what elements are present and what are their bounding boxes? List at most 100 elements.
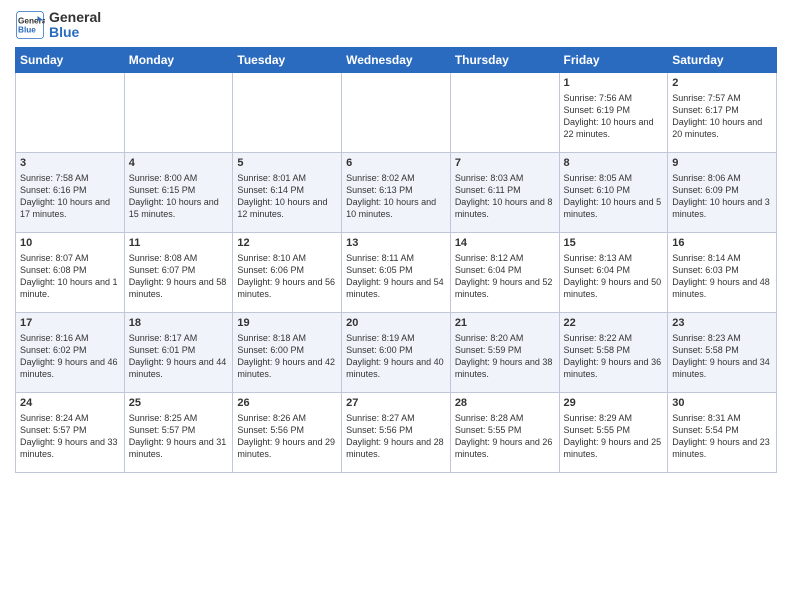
day-info-text: Sunrise: 8:10 AM [237,252,337,264]
calendar-day-cell: 15Sunrise: 8:13 AMSunset: 6:04 PMDayligh… [559,232,668,312]
day-number: 3 [20,156,120,171]
svg-text:Blue: Blue [18,26,36,35]
day-number: 20 [346,316,446,331]
calendar-day-cell: 26Sunrise: 8:26 AMSunset: 5:56 PMDayligh… [233,392,342,472]
day-number: 13 [346,236,446,251]
logo: General Blue General Blue [15,10,101,41]
day-info-text: Daylight: 9 hours and 29 minutes. [237,436,337,460]
calendar-day-cell [233,72,342,152]
day-info-text: Daylight: 10 hours and 17 minutes. [20,196,120,220]
calendar-day-cell: 30Sunrise: 8:31 AMSunset: 5:54 PMDayligh… [668,392,777,472]
calendar-day-cell: 28Sunrise: 8:28 AMSunset: 5:55 PMDayligh… [450,392,559,472]
day-number: 28 [455,396,555,411]
calendar-week-row: 24Sunrise: 8:24 AMSunset: 5:57 PMDayligh… [16,392,777,472]
day-info-text: Daylight: 9 hours and 54 minutes. [346,276,446,300]
weekday-header-cell: Sunday [16,47,125,72]
weekday-header-cell: Wednesday [342,47,451,72]
calendar-day-cell [342,72,451,152]
day-info-text: Sunrise: 7:57 AM [672,92,772,104]
day-info-text: Sunrise: 8:08 AM [129,252,229,264]
day-info-text: Daylight: 9 hours and 26 minutes. [455,436,555,460]
day-number: 9 [672,156,772,171]
day-number: 21 [455,316,555,331]
day-number: 11 [129,236,229,251]
day-number: 2 [672,76,772,91]
day-info-text: Daylight: 10 hours and 3 minutes. [672,196,772,220]
day-number: 7 [455,156,555,171]
day-info-text: Sunset: 5:57 PM [20,424,120,436]
day-info-text: Sunset: 6:14 PM [237,184,337,196]
day-info-text: Daylight: 10 hours and 8 minutes. [455,196,555,220]
calendar-day-cell: 22Sunrise: 8:22 AMSunset: 5:58 PMDayligh… [559,312,668,392]
day-info-text: Sunset: 5:56 PM [237,424,337,436]
day-info-text: Sunrise: 8:01 AM [237,172,337,184]
calendar-day-cell: 11Sunrise: 8:08 AMSunset: 6:07 PMDayligh… [124,232,233,312]
calendar-day-cell: 27Sunrise: 8:27 AMSunset: 5:56 PMDayligh… [342,392,451,472]
day-info-text: Sunset: 6:19 PM [564,104,664,116]
day-info-text: Sunrise: 8:06 AM [672,172,772,184]
day-info-text: Sunset: 6:05 PM [346,264,446,276]
day-info-text: Sunrise: 8:25 AM [129,412,229,424]
day-number: 22 [564,316,664,331]
calendar-day-cell [124,72,233,152]
day-info-text: Daylight: 9 hours and 23 minutes. [672,436,772,460]
calendar-day-cell: 4Sunrise: 8:00 AMSunset: 6:15 PMDaylight… [124,152,233,232]
day-info-text: Sunrise: 8:00 AM [129,172,229,184]
calendar-week-row: 17Sunrise: 8:16 AMSunset: 6:02 PMDayligh… [16,312,777,392]
day-info-text: Sunrise: 7:56 AM [564,92,664,104]
day-info-text: Sunrise: 8:19 AM [346,332,446,344]
day-number: 8 [564,156,664,171]
day-info-text: Daylight: 9 hours and 46 minutes. [20,356,120,380]
calendar-day-cell: 20Sunrise: 8:19 AMSunset: 6:00 PMDayligh… [342,312,451,392]
day-info-text: Sunrise: 8:02 AM [346,172,446,184]
day-number: 29 [564,396,664,411]
day-number: 17 [20,316,120,331]
day-info-text: Daylight: 9 hours and 50 minutes. [564,276,664,300]
day-info-text: Daylight: 9 hours and 33 minutes. [20,436,120,460]
day-info-text: Daylight: 9 hours and 25 minutes. [564,436,664,460]
calendar-table: SundayMondayTuesdayWednesdayThursdayFrid… [15,47,777,473]
day-info-text: Daylight: 9 hours and 44 minutes. [129,356,229,380]
day-number: 30 [672,396,772,411]
day-info-text: Sunrise: 8:24 AM [20,412,120,424]
calendar-day-cell: 13Sunrise: 8:11 AMSunset: 6:05 PMDayligh… [342,232,451,312]
day-info-text: Daylight: 10 hours and 15 minutes. [129,196,229,220]
calendar-day-cell [16,72,125,152]
calendar-day-cell: 7Sunrise: 8:03 AMSunset: 6:11 PMDaylight… [450,152,559,232]
day-info-text: Daylight: 10 hours and 22 minutes. [564,116,664,140]
weekday-header-cell: Tuesday [233,47,342,72]
svg-text:General: General [18,17,45,26]
calendar-day-cell: 24Sunrise: 8:24 AMSunset: 5:57 PMDayligh… [16,392,125,472]
calendar-day-cell: 29Sunrise: 8:29 AMSunset: 5:55 PMDayligh… [559,392,668,472]
page-container: General Blue General Blue SundayMondayTu… [0,0,792,478]
calendar-day-cell: 23Sunrise: 8:23 AMSunset: 5:58 PMDayligh… [668,312,777,392]
day-info-text: Sunrise: 8:17 AM [129,332,229,344]
day-info-text: Sunset: 6:17 PM [672,104,772,116]
day-info-text: Sunrise: 8:05 AM [564,172,664,184]
day-info-text: Daylight: 9 hours and 56 minutes. [237,276,337,300]
day-number: 1 [564,76,664,91]
day-info-text: Daylight: 10 hours and 12 minutes. [237,196,337,220]
day-info-text: Sunset: 6:00 PM [237,344,337,356]
day-info-text: Sunrise: 8:26 AM [237,412,337,424]
day-info-text: Sunset: 6:03 PM [672,264,772,276]
calendar-day-cell: 16Sunrise: 8:14 AMSunset: 6:03 PMDayligh… [668,232,777,312]
weekday-header-cell: Saturday [668,47,777,72]
calendar-day-cell: 8Sunrise: 8:05 AMSunset: 6:10 PMDaylight… [559,152,668,232]
weekday-header-cell: Friday [559,47,668,72]
day-info-text: Sunrise: 8:11 AM [346,252,446,264]
day-info-text: Daylight: 10 hours and 1 minute. [20,276,120,300]
calendar-day-cell: 6Sunrise: 8:02 AMSunset: 6:13 PMDaylight… [342,152,451,232]
day-info-text: Sunset: 6:10 PM [564,184,664,196]
day-info-text: Sunset: 5:58 PM [564,344,664,356]
weekday-header-cell: Thursday [450,47,559,72]
day-info-text: Sunset: 5:57 PM [129,424,229,436]
day-info-text: Daylight: 10 hours and 10 minutes. [346,196,446,220]
logo-icon: General Blue [15,10,45,40]
day-info-text: Sunrise: 8:28 AM [455,412,555,424]
day-info-text: Daylight: 9 hours and 28 minutes. [346,436,446,460]
day-info-text: Sunset: 6:07 PM [129,264,229,276]
calendar-day-cell: 1Sunrise: 7:56 AMSunset: 6:19 PMDaylight… [559,72,668,152]
day-info-text: Sunset: 6:02 PM [20,344,120,356]
day-info-text: Sunrise: 8:20 AM [455,332,555,344]
